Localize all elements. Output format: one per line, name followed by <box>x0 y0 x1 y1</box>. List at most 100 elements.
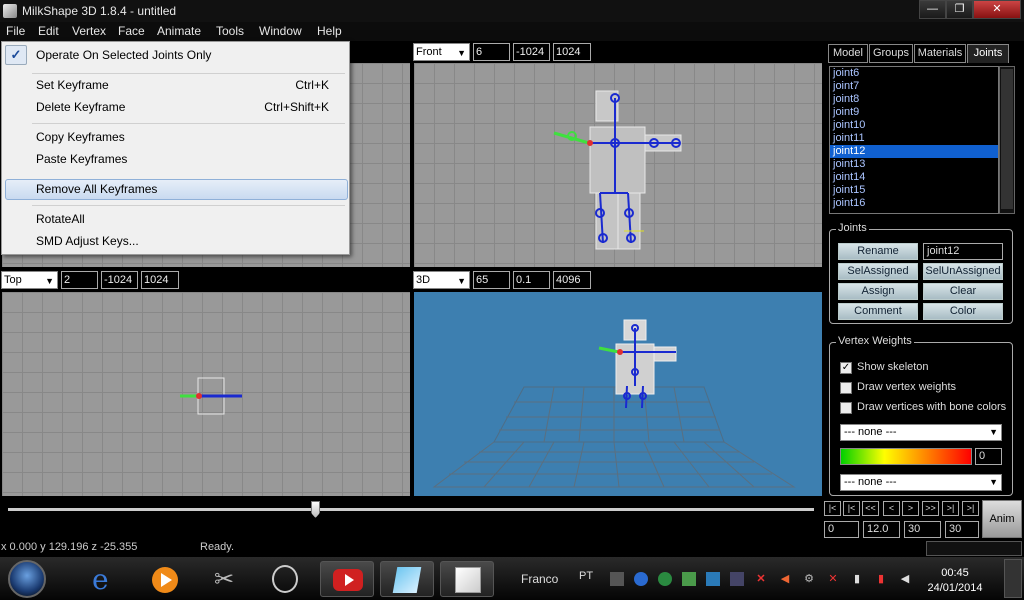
joint-list-item-selected[interactable]: joint12 <box>830 145 998 158</box>
3d-near-field[interactable]: 0.1 <box>513 271 550 289</box>
joint-list[interactable]: joint6 joint7 joint8 joint9 joint10 join… <box>829 66 999 214</box>
timeline-slider-thumb[interactable] <box>311 501 320 518</box>
flag-tray-icon[interactable]: ◀ <box>778 572 792 586</box>
draw-vertex-weights-checkbox[interactable] <box>840 382 852 394</box>
first-frame-button[interactable]: |< <box>824 501 841 516</box>
start-frame-field[interactable]: 0 <box>824 521 859 538</box>
expand-tray-icon[interactable] <box>706 572 720 586</box>
taskbar-clock[interactable]: 00:45 24/01/2014 <box>920 566 990 596</box>
monitor-tray-icon[interactable] <box>730 572 744 586</box>
milkshape-taskbar-icon[interactable] <box>440 561 494 597</box>
anim-button[interactable]: Anim <box>982 500 1022 538</box>
show-desktop-button[interactable] <box>1004 559 1022 598</box>
joint-list-item[interactable]: joint8 <box>830 93 998 106</box>
color-button[interactable]: Color <box>923 303 1003 320</box>
joint-list-item[interactable]: joint9 <box>830 106 998 119</box>
internet-explorer-icon[interactable]: e <box>78 561 132 597</box>
forward-button[interactable]: >> <box>922 501 939 516</box>
joint-list-item[interactable]: joint7 <box>830 80 998 93</box>
joint-list-item[interactable]: joint16 <box>830 197 998 210</box>
last-frame-button[interactable]: >| <box>962 501 979 516</box>
total-frames-field[interactable]: 30 <box>945 521 979 538</box>
joint-list-item[interactable]: joint15 <box>830 184 998 197</box>
close-button[interactable]: ✕ <box>973 0 1021 19</box>
prev-frame-button[interactable]: < <box>883 501 900 516</box>
top-view-select[interactable]: Top ▼ <box>1 271 58 289</box>
top-near-field[interactable]: -1024 <box>101 271 138 289</box>
viewport-3d[interactable] <box>414 292 822 496</box>
media-player-icon[interactable] <box>138 561 192 597</box>
comment-button[interactable]: Comment <box>838 303 918 320</box>
front-view-select[interactable]: Front ▼ <box>413 43 470 61</box>
menu-vertex[interactable]: Vertex <box>72 24 106 38</box>
menu-paste-keyframes[interactable]: Paste Keyframes <box>36 152 127 166</box>
sel-unassigned-button[interactable]: SelUnAssigned <box>923 263 1003 280</box>
menu-rotate-all[interactable]: RotateAll <box>36 212 85 226</box>
menu-operate-selected-joints[interactable]: Operate On Selected Joints Only <box>36 48 211 62</box>
joint-list-item[interactable]: joint11 <box>830 132 998 145</box>
menu-animate[interactable]: Animate <box>157 24 201 38</box>
bone-select-1[interactable]: --- none --- ▼ <box>840 424 1002 441</box>
weight-value-field[interactable]: 0 <box>975 448 1002 465</box>
error-tray-icon[interactable]: ✕ <box>754 572 768 586</box>
3d-view-select[interactable]: 3D ▼ <box>413 271 470 289</box>
sync-tray-icon[interactable] <box>658 572 672 586</box>
tab-joints[interactable]: Joints <box>967 44 1009 63</box>
notepad-app-icon[interactable] <box>380 561 434 597</box>
joint-name-field[interactable]: joint12 <box>923 243 1003 260</box>
signal-tray-icon[interactable]: ▮ <box>874 572 888 586</box>
tab-model[interactable]: Model <box>828 44 868 63</box>
taskbar-user[interactable]: Franco <box>521 572 558 586</box>
front-zoom-field[interactable]: 6 <box>473 43 510 61</box>
3d-far-field[interactable]: 4096 <box>553 271 591 289</box>
menu-set-keyframe[interactable]: Set Keyframe <box>36 78 109 92</box>
language-indicator[interactable]: PT <box>579 570 593 582</box>
tab-groups[interactable]: Groups <box>869 44 913 63</box>
draw-bone-colors-checkbox[interactable] <box>840 402 852 414</box>
weight-slider[interactable] <box>840 448 972 465</box>
menu-tools[interactable]: Tools <box>216 24 244 38</box>
assign-button[interactable]: Assign <box>838 283 918 300</box>
timeline-slider-track[interactable] <box>8 508 814 511</box>
app-feather-icon[interactable] <box>258 561 312 597</box>
battery-tray-icon[interactable]: ▮ <box>850 572 864 586</box>
prev-key-button[interactable]: |< <box>843 501 860 516</box>
rewind-button[interactable]: << <box>862 501 879 516</box>
keyboard-tray-icon[interactable] <box>610 572 624 586</box>
viewport-front[interactable] <box>414 63 822 267</box>
clear-button[interactable]: Clear <box>923 283 1003 300</box>
menu-smd-adjust-keys[interactable]: SMD Adjust Keys... <box>36 234 139 248</box>
front-near-field[interactable]: -1024 <box>513 43 550 61</box>
minimize-button[interactable]: — <box>919 0 946 19</box>
joint-list-item[interactable]: joint10 <box>830 119 998 132</box>
end-frame-field[interactable]: 30 <box>904 521 941 538</box>
menu-file[interactable]: File <box>6 24 25 38</box>
sel-assigned-button[interactable]: SelAssigned <box>838 263 918 280</box>
front-far-field[interactable]: 1024 <box>553 43 591 61</box>
next-frame-button[interactable]: > <box>902 501 919 516</box>
3d-fov-field[interactable]: 65 <box>473 271 510 289</box>
joint-list-item[interactable]: joint14 <box>830 171 998 184</box>
settings-tray-icon[interactable]: ⚙ <box>802 572 816 586</box>
rename-button[interactable]: Rename <box>838 243 918 260</box>
menu-face[interactable]: Face <box>118 24 145 38</box>
joint-list-item[interactable]: joint13 <box>830 158 998 171</box>
start-button-icon[interactable] <box>8 560 46 598</box>
joint-list-scrollbar[interactable] <box>999 66 1015 214</box>
network-globe-icon[interactable] <box>634 572 648 586</box>
bone-select-2[interactable]: --- none --- ▼ <box>840 474 1002 491</box>
scissors-icon[interactable]: ✂ <box>198 561 252 597</box>
tray-app-icon[interactable] <box>682 572 696 586</box>
viewport-top[interactable] <box>2 292 410 496</box>
next-key-button[interactable]: >| <box>942 501 959 516</box>
menu-window[interactable]: Window <box>259 24 302 38</box>
menu-delete-keyframe[interactable]: Delete Keyframe <box>36 100 125 114</box>
tab-materials[interactable]: Materials <box>914 44 966 63</box>
scrollbar-thumb[interactable] <box>1001 69 1013 209</box>
top-far-field[interactable]: 1024 <box>141 271 179 289</box>
joint-list-item[interactable]: joint6 <box>830 67 998 80</box>
top-zoom-field[interactable]: 2 <box>61 271 98 289</box>
menu-help[interactable]: Help <box>317 24 342 38</box>
volume-tray-icon[interactable]: ◀ <box>898 572 912 586</box>
current-frame-field[interactable]: 12.0 <box>863 521 900 538</box>
